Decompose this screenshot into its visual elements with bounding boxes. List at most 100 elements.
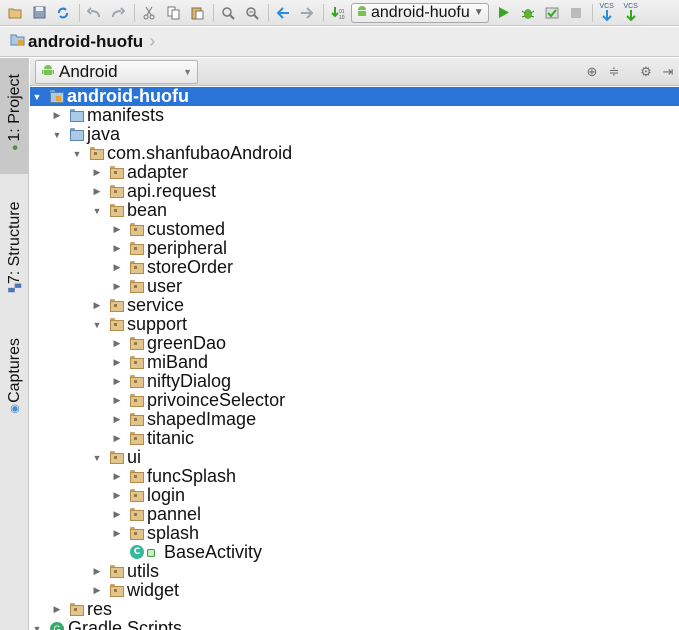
tree-row[interactable]: ▼ com.shanfubaoAndroid [30, 144, 679, 163]
make-icon[interactable]: 01 10 [327, 2, 349, 24]
tree-row[interactable]: ▶ service [30, 296, 679, 315]
collapse-arrow-icon[interactable]: ▶ [92, 296, 102, 315]
package-folder-icon [110, 185, 124, 198]
breadcrumb-item-project[interactable]: android-huofu › [10, 31, 155, 52]
expand-arrow-icon[interactable]: ▼ [72, 144, 82, 163]
tree-node-label: storeOrder [147, 257, 234, 277]
collapse-arrow-icon[interactable]: ▶ [112, 258, 122, 277]
collapse-arrow-icon[interactable]: ▶ [52, 600, 62, 619]
collapse-arrow-icon[interactable]: ▶ [112, 239, 122, 258]
tree-node-label: niftyDialog [147, 371, 232, 391]
project-view-select[interactable]: Android ▼ [35, 59, 198, 84]
expand-arrow-icon[interactable]: ▼ [92, 315, 102, 334]
save-icon[interactable] [28, 2, 50, 24]
tree-row[interactable]: ▶ login [30, 486, 679, 505]
find-icon[interactable] [217, 2, 239, 24]
run-icon[interactable] [493, 2, 515, 24]
tree-row[interactable]: ▶ splash [30, 524, 679, 543]
paste-icon[interactable] [186, 2, 208, 24]
collapse-arrow-icon[interactable]: ▶ [112, 410, 122, 429]
tree-row[interactable]: ▶ customed [30, 220, 679, 239]
tab-project[interactable]: ● 1: Project [0, 58, 29, 174]
coverage-icon[interactable] [541, 2, 563, 24]
tree-row[interactable]: ▶ manifests [30, 106, 679, 125]
back-icon[interactable] [272, 2, 294, 24]
sync-icon[interactable] [52, 2, 74, 24]
tree-row[interactable]: ▶ titanic [30, 429, 679, 448]
collapse-arrow-icon[interactable]: ▶ [112, 220, 122, 239]
expand-arrow-icon[interactable]: ▼ [92, 448, 102, 467]
collapse-arrow-icon[interactable]: ▶ [112, 391, 122, 410]
tree-row[interactable]: ▶ res [30, 600, 679, 619]
run-configuration-select[interactable]: android-huofu ▼ [351, 2, 489, 23]
cut-icon[interactable] [138, 2, 160, 24]
replace-icon[interactable] [241, 2, 263, 24]
tree-row[interactable]: ▶ peripheral [30, 239, 679, 258]
tree-row[interactable]: ▶ greenDao [30, 334, 679, 353]
tree-row[interactable]: ▶ shapedImage [30, 410, 679, 429]
tree-row[interactable]: ▼ java [30, 125, 679, 144]
tree-node-label: java [87, 124, 121, 144]
collapse-arrow-icon[interactable]: ▶ [92, 163, 102, 182]
project-view-select-label: Android [59, 61, 118, 81]
scroll-from-source-icon[interactable]: ⊕ [581, 64, 603, 80]
collapse-arrow-icon[interactable]: ▶ [112, 372, 122, 391]
collapse-arrow-icon[interactable]: ▶ [92, 562, 102, 581]
hide-icon[interactable]: ⇥ [657, 64, 679, 80]
tab-captures[interactable]: ◉ Captures [0, 324, 29, 434]
collapse-arrow-icon[interactable]: ▶ [112, 524, 122, 543]
tree-row[interactable]: ▶ widget [30, 581, 679, 600]
tree-row[interactable]: ▼ bean [30, 201, 679, 220]
tree-node-label: widget [127, 580, 180, 600]
tree-row[interactable]: ▶ niftyDialog [30, 372, 679, 391]
expand-arrow-icon[interactable]: ▼ [32, 619, 42, 630]
tree-row[interactable]: ▶ adapter [30, 163, 679, 182]
expand-arrow-icon[interactable]: ▼ [92, 201, 102, 220]
undo-icon[interactable] [83, 2, 105, 24]
collapse-arrow-icon[interactable]: ▶ [112, 486, 122, 505]
project-view-header: Android ▼ ⊕ ≑ ⚙ ⇥ [30, 58, 679, 86]
tree-node-label: support [127, 314, 188, 334]
stop-icon[interactable] [565, 2, 587, 24]
android-icon [42, 64, 54, 80]
collapse-arrow-icon[interactable]: ▶ [112, 277, 122, 296]
expand-arrow-icon[interactable]: ▼ [32, 87, 42, 106]
tree-node-label: ui [127, 447, 142, 467]
tree-row[interactable]: ▶ privoinceSelector [30, 391, 679, 410]
vcs-update-icon[interactable]: VCS [596, 2, 618, 24]
debug-icon[interactable] [517, 2, 539, 24]
tree-row[interactable]: ▶ storeOrder [30, 258, 679, 277]
tree-row[interactable]: ▼ android-huofu [30, 87, 679, 106]
copy-icon[interactable] [162, 2, 184, 24]
collapse-arrow-icon[interactable]: ▶ [92, 581, 102, 600]
package-folder-icon [110, 204, 124, 217]
tree-row[interactable]: ▶ utils [30, 562, 679, 581]
collapse-arrow-icon[interactable]: ▶ [52, 106, 62, 125]
package-folder-icon [130, 527, 144, 540]
collapse-arrow-icon[interactable]: ▶ [112, 429, 122, 448]
tree-row[interactable]: ▶ pannel [30, 505, 679, 524]
open-icon[interactable] [4, 2, 26, 24]
tree-row[interactable]: ▶ user [30, 277, 679, 296]
expand-arrow-icon[interactable]: ▼ [52, 125, 62, 144]
tree-row[interactable]: ▼ ui [30, 448, 679, 467]
tree-row[interactable]: C BaseActivity [30, 543, 679, 562]
tree-row[interactable]: ▶ miBand [30, 353, 679, 372]
tree-row[interactable]: ▶ funcSplash [30, 467, 679, 486]
collapse-arrow-icon[interactable]: ▶ [112, 505, 122, 524]
forward-icon[interactable] [296, 2, 318, 24]
toolbar-separator [268, 3, 269, 22]
package-folder-icon [130, 413, 144, 426]
redo-icon[interactable] [107, 2, 129, 24]
tree-row[interactable]: ▼ G Gradle Scripts [30, 619, 679, 630]
tree-row[interactable]: ▶ api.request [30, 182, 679, 201]
collapse-arrow-icon[interactable]: ▶ [112, 334, 122, 353]
collapse-arrow-icon[interactable]: ▶ [112, 353, 122, 372]
tree-row[interactable]: ▼ support [30, 315, 679, 334]
tab-structure[interactable]: ▚ 7: Structure [0, 184, 29, 314]
collapse-arrow-icon[interactable]: ▶ [112, 467, 122, 486]
vcs-commit-icon[interactable]: VCS [620, 2, 642, 24]
collapse-all-icon[interactable]: ≑ [603, 64, 625, 80]
gear-icon[interactable]: ⚙ [635, 64, 657, 80]
collapse-arrow-icon[interactable]: ▶ [92, 182, 102, 201]
